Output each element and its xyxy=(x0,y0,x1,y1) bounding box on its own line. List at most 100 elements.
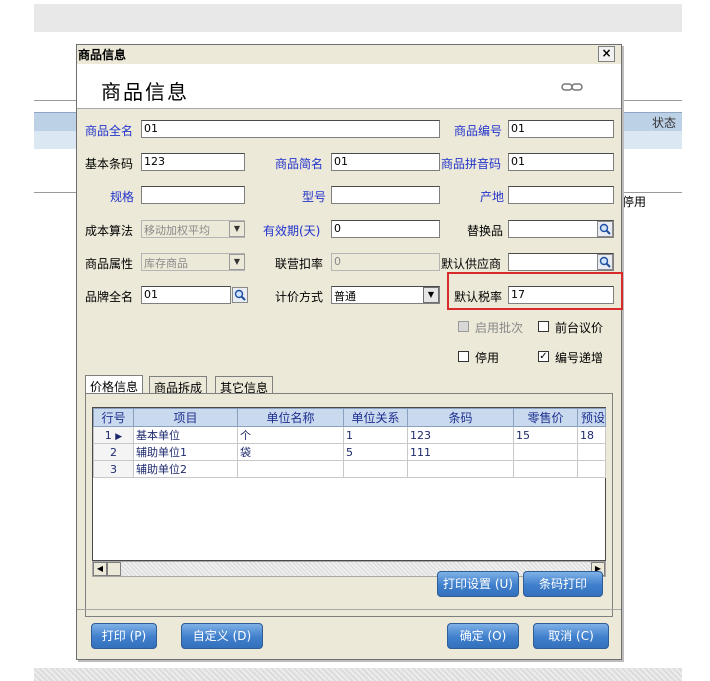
scroll-thumb[interactable] xyxy=(107,562,121,576)
close-button[interactable]: × xyxy=(598,46,615,62)
product-code-label: 商品编号 xyxy=(454,124,503,138)
page-title: 商品信息 xyxy=(101,80,189,104)
column-header[interactable]: 项目 xyxy=(133,408,238,427)
full-name-input[interactable]: 01 xyxy=(141,120,440,138)
ok-button[interactable]: 确定 (O) xyxy=(447,623,519,649)
table-cell[interactable]: 袋 xyxy=(237,443,344,461)
price-grid[interactable]: 行号 项目 单位名称 单位关系 条码 零售价 预设 1 ▶ 基本单位 个 1 1… xyxy=(92,407,606,561)
chevron-down-icon[interactable]: ▼ xyxy=(229,221,245,237)
table-row[interactable]: 3 辅助单位2 xyxy=(93,460,606,478)
column-header[interactable]: 条码 xyxy=(407,408,514,427)
barcode-label: 基本条码 xyxy=(85,157,134,171)
background-toolbar-strip xyxy=(34,4,682,32)
table-row[interactable]: 1 ▶ 基本单位 个 1 123 15 18 xyxy=(93,426,606,444)
barcode-print-button[interactable]: 条码打印 xyxy=(523,571,603,597)
table-cell[interactable]: 基本单位 xyxy=(133,426,238,444)
background-grid-row xyxy=(34,131,76,149)
attribute-label: 商品属性 xyxy=(85,257,134,271)
table-cell[interactable]: 辅助单位1 xyxy=(133,443,238,461)
table-cell[interactable]: 123 xyxy=(407,426,514,444)
spec-label: 规格 xyxy=(110,190,135,204)
table-cell[interactable]: 18 xyxy=(577,426,606,444)
auto-increment-checkbox[interactable]: ✓ xyxy=(538,351,549,362)
brand-label: 品牌全名 xyxy=(85,290,134,304)
disabled-checkbox[interactable] xyxy=(458,351,469,362)
price-table: 行号 项目 单位名称 单位关系 条码 零售价 预设 1 ▶ 基本单位 个 1 1… xyxy=(93,408,606,478)
short-name-input[interactable]: 01 xyxy=(331,153,440,171)
dialog-window-title: 商品信息 xyxy=(78,48,127,62)
background-grid-header xyxy=(34,112,76,132)
counter-price-label: 前台议价 xyxy=(555,321,604,335)
table-cell[interactable]: 1 xyxy=(343,426,408,444)
table-cell[interactable]: 5 xyxy=(343,443,408,461)
row-number: 1 xyxy=(104,428,112,442)
table-cell[interactable]: 辅助单位2 xyxy=(133,460,238,478)
pinyin-code-input[interactable]: 01 xyxy=(508,153,614,171)
product-info-dialog: 商品信息 × 商品信息 商品全名 01 商品编号 01 基本条码 123 商品简… xyxy=(76,44,622,660)
barcode-input[interactable]: 123 xyxy=(141,153,245,171)
print-button[interactable]: 打印 (P) xyxy=(91,623,157,649)
full-name-label: 商品全名 xyxy=(85,124,134,138)
column-header[interactable]: 单位名称 xyxy=(237,408,344,427)
joint-rate-input[interactable]: 0 xyxy=(331,253,440,271)
table-cell[interactable] xyxy=(513,443,578,461)
background-grid-row xyxy=(622,131,682,149)
link-icon[interactable] xyxy=(561,82,583,92)
table-cell[interactable] xyxy=(343,460,408,478)
joint-rate-label: 联营扣率 xyxy=(275,257,324,271)
brand-input[interactable]: 01 xyxy=(141,286,231,304)
background-divider xyxy=(34,192,76,193)
column-header[interactable]: 行号 xyxy=(93,408,134,427)
table-cell[interactable]: 15 xyxy=(513,426,578,444)
dialog-titlebar[interactable]: 商品信息 × xyxy=(77,45,621,63)
background-divider xyxy=(34,100,76,101)
tab-product-split[interactable]: 商品拆成 xyxy=(149,376,208,395)
origin-input[interactable] xyxy=(508,186,614,204)
table-cell[interactable]: 111 xyxy=(407,443,514,461)
scroll-left-icon[interactable]: ◀ xyxy=(93,562,107,576)
table-cell[interactable] xyxy=(577,460,606,478)
column-header[interactable]: 零售价 xyxy=(513,408,578,427)
enable-batch-label: 启用批次 xyxy=(475,321,524,335)
substitute-label: 替换品 xyxy=(467,224,504,238)
print-settings-button[interactable]: 打印设置 (U) xyxy=(437,571,519,597)
cost-method-label: 成本算法 xyxy=(85,224,134,238)
search-icon[interactable] xyxy=(597,221,613,237)
table-cell[interactable]: 个 xyxy=(237,426,344,444)
model-input[interactable] xyxy=(331,186,440,204)
chevron-down-icon[interactable]: ▼ xyxy=(423,287,439,303)
table-cell[interactable] xyxy=(237,460,344,478)
pricing-method-label: 计价方式 xyxy=(275,290,324,304)
counter-price-checkbox[interactable] xyxy=(538,321,549,332)
enable-batch-checkbox[interactable] xyxy=(458,321,469,332)
row-number-cell: 2 xyxy=(93,443,134,461)
expiry-days-label: 有效期(天) xyxy=(263,224,321,238)
search-icon[interactable] xyxy=(597,254,613,270)
row-number-cell: 1 ▶ xyxy=(93,426,134,444)
search-icon[interactable] xyxy=(232,287,248,303)
tab-other-info[interactable]: 其它信息 xyxy=(215,376,274,395)
cancel-button[interactable]: 取消 (C) xyxy=(533,623,609,649)
product-code-input[interactable]: 01 xyxy=(508,120,614,138)
current-row-icon: ▶ xyxy=(115,431,123,442)
status-column-header: 状态 xyxy=(652,116,677,130)
table-row[interactable]: 2 辅助单位1 袋 5 111 xyxy=(93,443,606,461)
chevron-down-icon[interactable]: ▼ xyxy=(229,254,245,270)
origin-label: 产地 xyxy=(480,190,505,204)
column-header[interactable]: 单位关系 xyxy=(343,408,408,427)
short-name-label: 商品简名 xyxy=(275,157,324,171)
spec-input[interactable] xyxy=(141,186,245,204)
table-cell[interactable] xyxy=(513,460,578,478)
tax-rate-highlight-box xyxy=(447,272,623,310)
column-header[interactable]: 预设 xyxy=(577,408,606,427)
background-status-bar xyxy=(34,668,682,681)
table-cell[interactable] xyxy=(407,460,514,478)
custom-button[interactable]: 自定义 (D) xyxy=(181,623,263,649)
expiry-days-input[interactable]: 0 xyxy=(331,220,440,238)
disabled-label: 停用 xyxy=(475,351,500,365)
auto-increment-label: 编号递增 xyxy=(555,351,604,365)
dialog-header-panel: 商品信息 xyxy=(77,64,621,109)
row-number-cell: 3 xyxy=(93,460,134,478)
tab-price-info[interactable]: 价格信息 xyxy=(85,375,144,394)
table-cell[interactable] xyxy=(577,443,606,461)
